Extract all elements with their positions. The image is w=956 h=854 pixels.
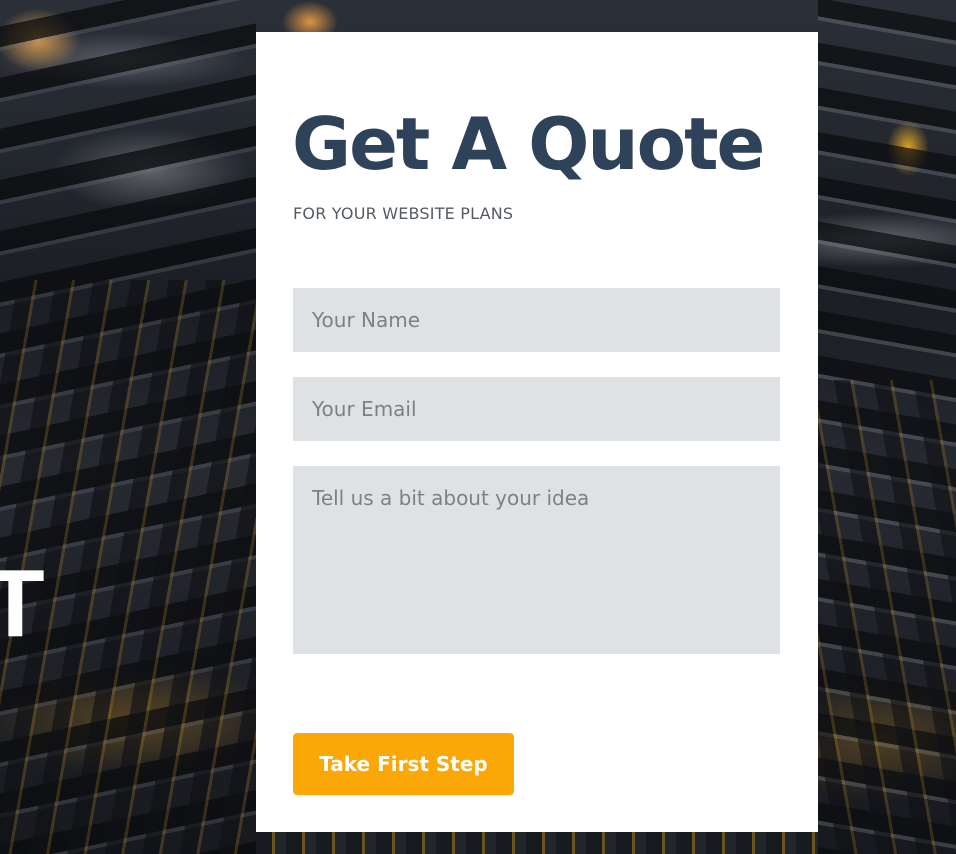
quote-form-title: Get A Quote xyxy=(292,102,765,186)
background-cables-bottom xyxy=(256,832,818,854)
quote-form-subtitle: FOR YOUR WEBSITE PLANS xyxy=(293,204,514,223)
idea-textarea[interactable] xyxy=(293,466,780,654)
background-cables-right xyxy=(818,0,956,854)
quote-form-card: Get A Quote FOR YOUR WEBSITE PLANS Take … xyxy=(256,32,818,832)
name-input[interactable] xyxy=(293,288,780,352)
background-cables-left xyxy=(0,0,256,854)
email-input[interactable] xyxy=(293,377,780,441)
hero-heading-fragment: T xyxy=(0,550,45,657)
take-first-step-button[interactable]: Take First Step xyxy=(293,733,514,795)
